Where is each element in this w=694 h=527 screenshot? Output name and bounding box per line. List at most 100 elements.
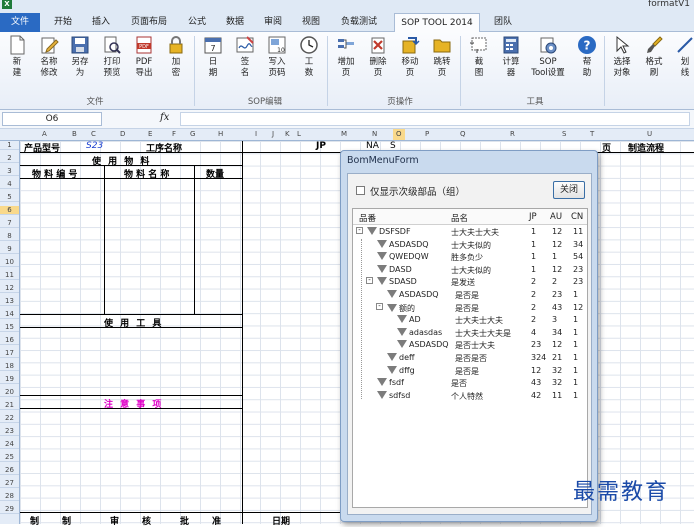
tab-insert[interactable]: 插入	[86, 13, 116, 32]
tree-row[interactable]: QWEDQW 胜多负少 1 1 54	[353, 252, 587, 264]
tab-home[interactable]: 开始	[48, 13, 78, 32]
tree-row[interactable]: - SDASD 是发送 2 2 23	[353, 277, 587, 289]
tree-row[interactable]: dffg 是否是 12 32 1	[353, 365, 587, 378]
row-header[interactable]: 27	[0, 479, 19, 488]
row-header[interactable]: 1	[0, 141, 19, 150]
row-header[interactable]: 17	[0, 349, 19, 358]
name-box[interactable]: O6	[2, 112, 102, 126]
column-header[interactable]: J	[272, 130, 274, 138]
column-header[interactable]: I	[255, 130, 257, 138]
column-header[interactable]: Q	[460, 130, 466, 138]
row-header[interactable]: 29	[0, 505, 19, 514]
format-painter-button[interactable]: 格式刷	[641, 35, 667, 79]
select-object-button[interactable]: 选择对象	[609, 35, 635, 79]
sub-parts-only-checkbox[interactable]	[356, 186, 365, 195]
print-preview-button[interactable]: 打印预览	[99, 35, 125, 79]
tree-row[interactable]: - 额的 是否是 2 43 12	[353, 302, 587, 315]
column-header[interactable]: P	[425, 130, 429, 138]
tab-file[interactable]: 文件	[0, 13, 40, 32]
tree-row[interactable]: ASDASDQ 是否士大夫 23 12 1	[353, 340, 587, 352]
tab-page-layout[interactable]: 页面布局	[124, 13, 174, 32]
tab-sop-tool[interactable]: SOP TOOL 2014	[394, 13, 480, 33]
jump-page-button[interactable]: 跳转页	[429, 35, 455, 79]
tree-row[interactable]: deff 是否是否 324 21 1	[353, 353, 587, 365]
tab-review[interactable]: 审阅	[258, 13, 288, 32]
row-header[interactable]: 18	[0, 362, 19, 371]
tree-row[interactable]: - DSFSDF 士大夫士大夫 1 12 11	[353, 227, 587, 239]
screenshot-button[interactable]: 截图	[466, 35, 492, 79]
row-header[interactable]: 20	[0, 388, 19, 397]
row-header[interactable]: 22	[0, 414, 19, 423]
collapse-toggle-icon[interactable]: -	[356, 227, 363, 234]
col-part-number[interactable]: 品番	[359, 212, 376, 224]
formula-input[interactable]	[180, 112, 690, 126]
column-header[interactable]: T	[590, 130, 594, 138]
row-header[interactable]: 24	[0, 440, 19, 449]
calculator-button[interactable]: 计算器	[498, 35, 524, 79]
column-header[interactable]: L	[297, 130, 301, 138]
tree-row[interactable]: AD 士大夫士大夫 2 3 1	[353, 315, 587, 327]
row-header[interactable]: 19	[0, 375, 19, 384]
draw-line-button[interactable]: 划线	[672, 35, 694, 79]
new-button[interactable]: 新建	[4, 35, 30, 79]
row-header[interactable]: 5	[0, 193, 19, 202]
help-button[interactable]: ? 帮助	[574, 35, 600, 79]
row-header[interactable]: 12	[0, 284, 19, 293]
collapse-toggle-icon[interactable]: -	[376, 302, 383, 310]
column-header[interactable]: F	[172, 130, 176, 138]
tab-team[interactable]: 团队	[488, 13, 518, 32]
row-header[interactable]: 21	[0, 401, 19, 410]
col-au[interactable]: AU	[550, 212, 562, 222]
row-header[interactable]: 26	[0, 466, 19, 475]
fx-icon[interactable]: fx	[160, 112, 169, 123]
row-header[interactable]: 3	[0, 167, 19, 176]
sop-tool-settings-button[interactable]: SOP Tool设置	[528, 35, 568, 79]
column-header-selected[interactable]: O	[393, 129, 405, 140]
column-header[interactable]: C	[91, 130, 96, 138]
add-page-button[interactable]: 增加页	[333, 35, 359, 79]
delete-page-button[interactable]: 删除页	[365, 35, 391, 79]
tab-formulas[interactable]: 公式	[182, 13, 212, 32]
tree-row[interactable]: adasdas 士大夫士大夫是 4 34 1	[353, 327, 587, 340]
rename-button[interactable]: 名称修改	[36, 35, 62, 79]
row-header[interactable]: 7	[0, 219, 19, 228]
tree-row[interactable]: DASD 士大夫似的 1 12 23	[353, 264, 587, 277]
column-header[interactable]: S	[562, 130, 566, 138]
bom-tree-view[interactable]: 品番 品名 JP AU CN - DSFSDF 士大夫士大夫 1 12 11 ASDASDQ…	[352, 208, 588, 508]
tab-data[interactable]: 数据	[220, 13, 250, 32]
row-header[interactable]: 15	[0, 323, 19, 332]
col-cn[interactable]: CN	[571, 212, 583, 222]
tab-view[interactable]: 视图	[296, 13, 326, 32]
date-button[interactable]: 7 日期	[200, 35, 226, 79]
col-jp[interactable]: JP	[529, 212, 537, 222]
row-header[interactable]: 9	[0, 245, 19, 254]
save-as-button[interactable]: 另存为	[67, 35, 93, 79]
column-header[interactable]: M	[341, 130, 347, 138]
collapse-toggle-icon[interactable]: -	[366, 277, 373, 285]
tab-load-test[interactable]: 负载测试	[334, 13, 384, 32]
row-header[interactable]: 28	[0, 492, 19, 501]
column-header[interactable]: B	[72, 130, 77, 138]
column-header[interactable]: E	[148, 130, 152, 138]
row-header[interactable]: 8	[0, 232, 19, 241]
row-header[interactable]: 10	[0, 258, 19, 267]
move-page-button[interactable]: 移动页	[397, 35, 423, 79]
column-header[interactable]: G	[190, 130, 195, 138]
sub-parts-only-label[interactable]: 仅显示次级部品（组）	[370, 184, 465, 198]
row-header[interactable]: 16	[0, 336, 19, 345]
work-hours-button[interactable]: 工数	[296, 35, 322, 79]
row-header[interactable]: 11	[0, 271, 19, 280]
column-header[interactable]: H	[218, 130, 223, 138]
pdf-export-button[interactable]: PDF PDF导出	[131, 35, 157, 79]
tree-row[interactable]: sdfsd 个人特然 42 11 1	[353, 390, 587, 403]
row-header[interactable]: 25	[0, 453, 19, 462]
row-header[interactable]: 23	[0, 427, 19, 436]
column-header[interactable]: K	[285, 130, 290, 138]
row-header-selected[interactable]: 6	[0, 206, 19, 215]
signature-button[interactable]: 签名	[232, 35, 258, 79]
row-header[interactable]: 13	[0, 297, 19, 306]
column-header[interactable]: A	[42, 130, 47, 138]
row-header[interactable]: 4	[0, 180, 19, 189]
tree-row[interactable]: ASDASDQ 是否是 2 23 1	[353, 290, 587, 302]
write-page-number-button[interactable]: 10 写入页码	[264, 35, 290, 79]
